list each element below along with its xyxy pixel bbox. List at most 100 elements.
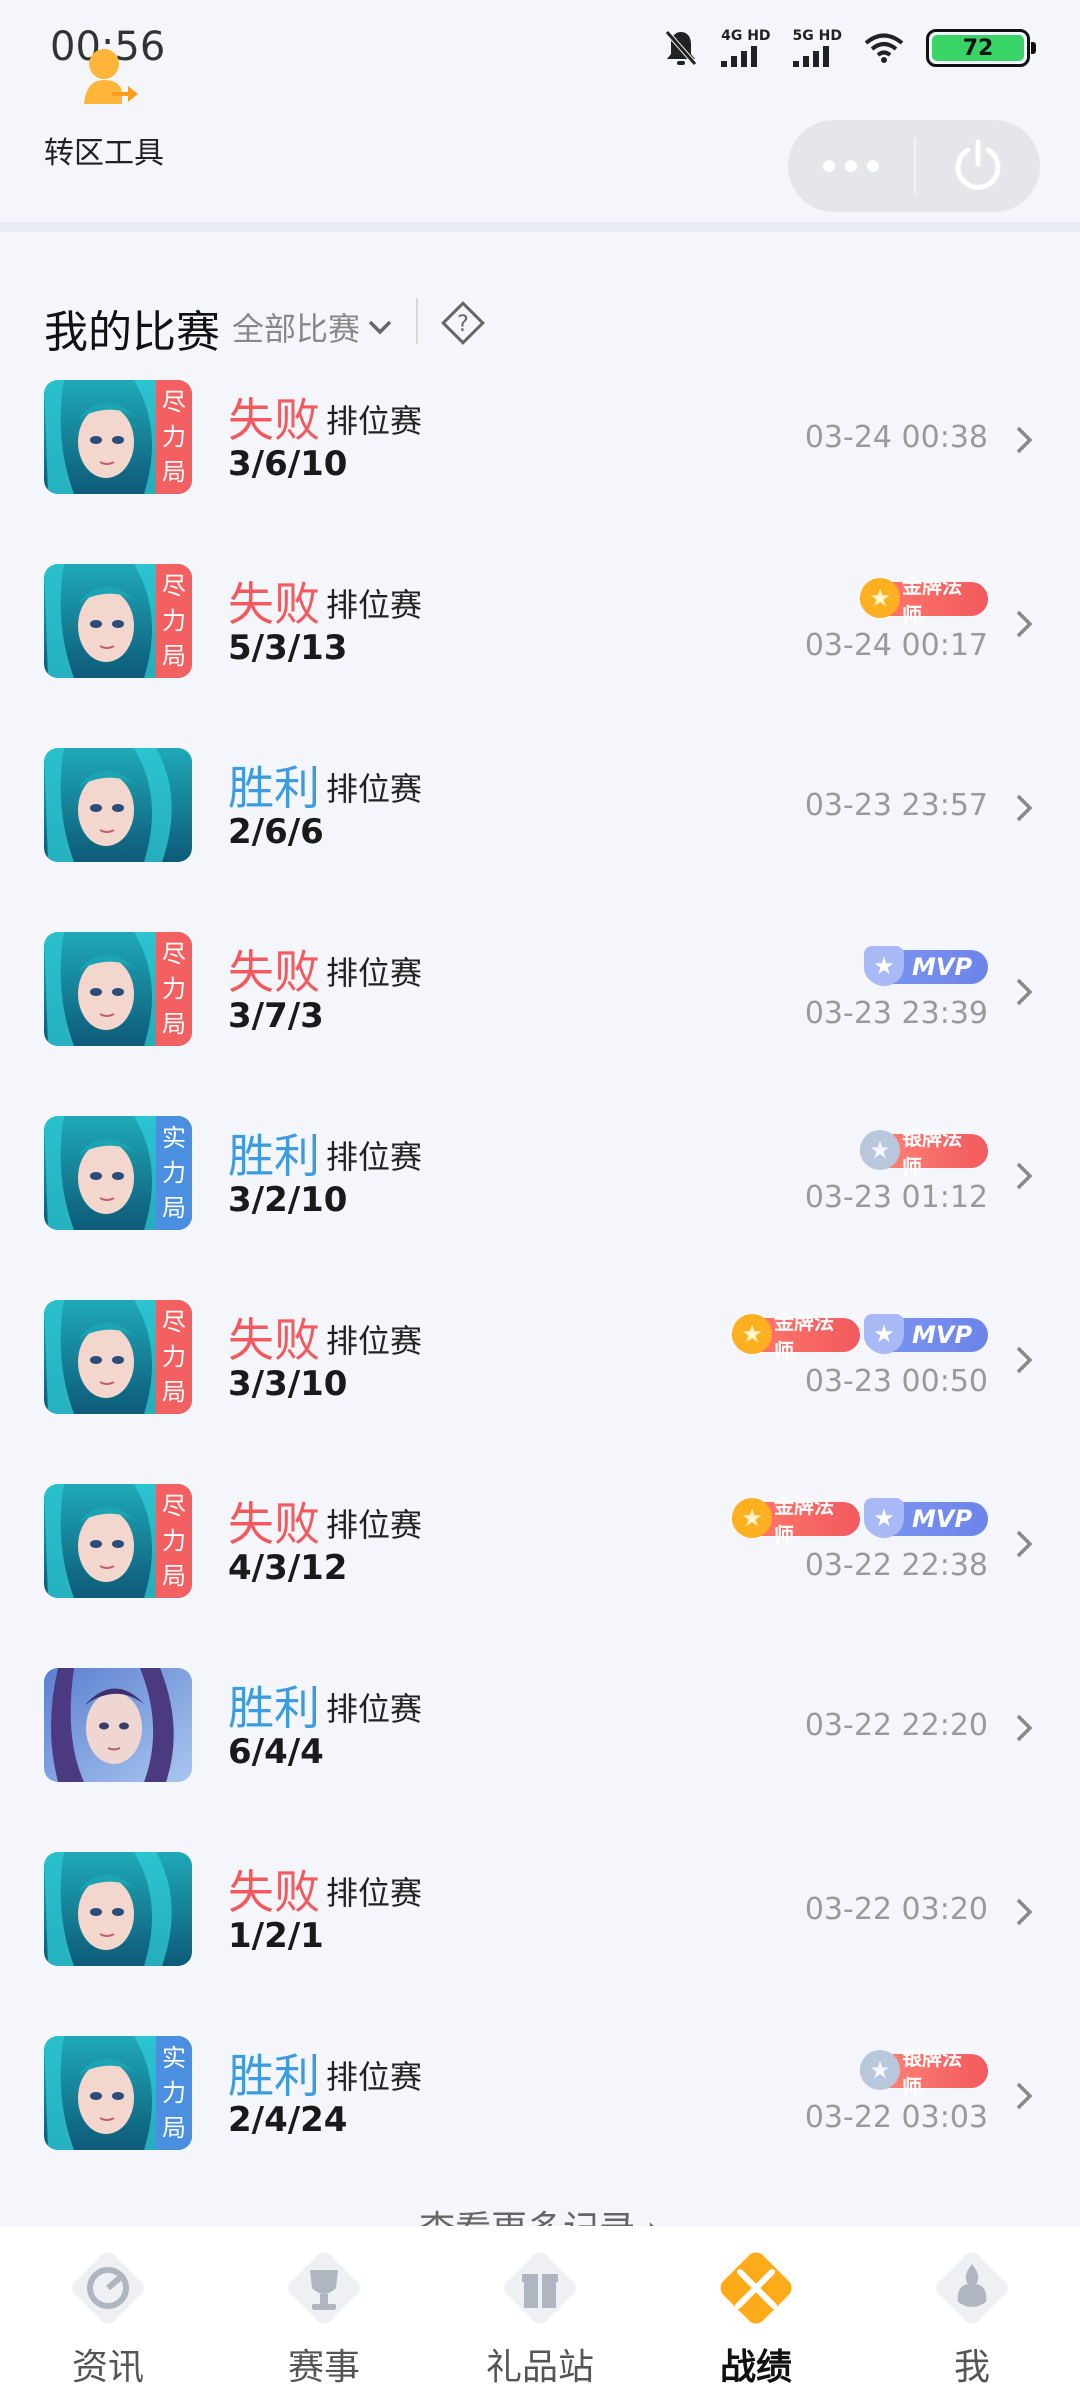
match-kda: 4/3/12 xyxy=(228,1548,348,1588)
match-filter-dropdown[interactable]: 全部比赛 xyxy=(232,304,394,350)
mvp-badge-icon: ★ xyxy=(864,1498,904,1538)
nav-label: 战绩 xyxy=(719,2347,792,2388)
hero-avatar xyxy=(44,1668,192,1782)
mvp-badge: ★ MVP xyxy=(864,1498,988,1538)
match-mode: 排位赛 xyxy=(326,1138,423,1176)
tag-char: 尽 xyxy=(162,1491,186,1520)
zone-transfer-icon xyxy=(84,49,138,104)
match-row[interactable]: 实力局 胜利 排位赛 2/4/24 ★ 银牌法师 03-22 03:03 xyxy=(0,2020,1080,2204)
honor-badges: ★ 银牌法师 xyxy=(860,1126,988,1179)
match-time: 03-23 23:57 xyxy=(804,788,988,823)
mvp-badge-icon: ★ xyxy=(864,946,904,986)
hero-avatar: 尽力局 xyxy=(44,380,192,494)
match-row[interactable]: 尽力局 失败 排位赛 3/7/3 ★ MVP 03-23 23:39 xyxy=(0,916,1080,1100)
match-row[interactable]: 尽力局 失败 排位赛 3/6/10 03-24 00:38 xyxy=(0,364,1080,548)
nav-label: 礼品站 xyxy=(485,2347,594,2388)
tag-char: 局 xyxy=(162,1193,186,1222)
chevron-right-icon xyxy=(1016,1898,1033,1926)
nav-item-battle-record[interactable]: 战绩 xyxy=(648,2226,864,2400)
chevron-down-icon xyxy=(368,320,392,335)
more-options-button[interactable] xyxy=(788,120,914,212)
match-result: 失败 xyxy=(228,1497,320,1551)
tag-char: 局 xyxy=(162,641,186,670)
match-kda: 3/2/10 xyxy=(228,1180,348,1220)
header-separator xyxy=(416,298,418,344)
news-icon xyxy=(66,2246,150,2330)
match-time: 03-23 00:50 xyxy=(804,1364,988,1399)
gift-icon xyxy=(498,2246,582,2330)
gold-badge: ★ 金牌法师 xyxy=(860,574,988,627)
signal-5g-icon: 5G HD xyxy=(792,29,842,67)
honor-badges: ★ 金牌法师 ★ MVP xyxy=(732,1494,988,1547)
nav-item-gift[interactable]: 礼品站 xyxy=(432,2226,648,2400)
tag-char: 实 xyxy=(162,2043,186,2072)
gold-badge-label: 金牌法师 xyxy=(774,1494,834,1547)
match-result: 失败 xyxy=(228,393,320,447)
signal-4g-icon: 4G HD xyxy=(721,29,771,67)
silver-badge: ★ 银牌法师 xyxy=(860,2046,988,2099)
match-quality-tag: 实力局 xyxy=(156,1116,192,1230)
battery-icon: 72 xyxy=(926,29,1036,67)
battle-record-icon xyxy=(714,2246,798,2330)
match-row[interactable]: 胜利 排位赛 2/6/6 03-23 23:57 xyxy=(0,732,1080,916)
match-row[interactable]: 尽力局 失败 排位赛 3/3/10 ★ 金牌法师 ★ MVP 03-23 00:… xyxy=(0,1284,1080,1468)
match-result: 失败 xyxy=(228,1313,320,1367)
hero-avatar: 尽力局 xyxy=(44,1300,192,1414)
match-quality-tag: 尽力局 xyxy=(156,1300,192,1414)
honor-badges: ★ 金牌法师 xyxy=(860,574,988,627)
battery-level: 72 xyxy=(932,35,1024,61)
tag-char: 力 xyxy=(162,1526,186,1555)
match-row[interactable]: 尽力局 失败 排位赛 5/3/13 ★ 金牌法师 03-24 00:17 xyxy=(0,548,1080,732)
gold-badge-icon: ★ xyxy=(860,578,900,618)
match-kda: 3/6/10 xyxy=(228,444,348,484)
status-icons: 4G HD 5G HD 72 xyxy=(663,28,1036,68)
match-mode: 排位赛 xyxy=(326,2058,423,2096)
nav-item-trophy[interactable]: 赛事 xyxy=(216,2226,432,2400)
mute-bell-icon xyxy=(665,30,697,66)
nav-label: 赛事 xyxy=(287,2347,360,2388)
match-result: 胜利 xyxy=(228,1681,320,1735)
honor-badges: ★ 金牌法师 ★ MVP xyxy=(732,1310,988,1363)
match-result: 胜利 xyxy=(228,2049,320,2103)
close-miniapp-button[interactable] xyxy=(916,120,1040,212)
match-kda: 3/7/3 xyxy=(228,996,324,1036)
match-row[interactable]: 失败 排位赛 1/2/1 03-22 03:20 xyxy=(0,1836,1080,2020)
miniapp-capsule xyxy=(788,120,1040,212)
tag-char: 尽 xyxy=(162,387,186,416)
tag-char: 尽 xyxy=(162,939,186,968)
match-row[interactable]: 尽力局 失败 排位赛 4/3/12 ★ 金牌法师 ★ MVP 03-22 22:… xyxy=(0,1468,1080,1652)
match-kda: 3/3/10 xyxy=(228,1364,348,1404)
match-row[interactable]: 实力局 胜利 排位赛 3/2/10 ★ 银牌法师 03-23 01:12 xyxy=(0,1100,1080,1284)
tag-char: 力 xyxy=(162,422,186,451)
chevron-right-icon xyxy=(1016,2082,1033,2110)
nav-label: 资讯 xyxy=(71,2347,144,2388)
honor-badges: ★ MVP xyxy=(864,946,988,986)
bottom-nav: 资讯 赛事 礼品站 战绩 我 xyxy=(0,2226,1080,2400)
match-result: 失败 xyxy=(228,945,320,999)
match-time: 03-23 01:12 xyxy=(804,1180,988,1215)
power-icon xyxy=(955,139,1001,190)
tag-char: 局 xyxy=(162,1009,186,1038)
mvp-badge-label: MVP xyxy=(912,1321,973,1349)
header-divider xyxy=(0,222,1080,232)
match-result: 失败 xyxy=(228,1865,320,1919)
chevron-right-icon xyxy=(1016,794,1033,822)
nav-item-news[interactable]: 资讯 xyxy=(0,2226,216,2400)
match-mode: 排位赛 xyxy=(326,586,423,624)
hero-avatar: 尽力局 xyxy=(44,564,192,678)
nav-label: 我 xyxy=(953,2347,990,2388)
mvp-badge: ★ MVP xyxy=(864,1314,988,1354)
section-title: 我的比赛 xyxy=(44,307,220,358)
honor-badges: ★ 银牌法师 xyxy=(860,2046,988,2099)
silver-badge-label: 银牌法师 xyxy=(902,2046,962,2099)
nav-item-profile[interactable]: 我 xyxy=(864,2226,1080,2400)
match-result: 失败 xyxy=(228,577,320,631)
match-result: 胜利 xyxy=(228,761,320,815)
match-mode: 排位赛 xyxy=(326,1690,423,1728)
help-icon[interactable]: ? xyxy=(440,300,486,346)
silver-badge-icon: ★ xyxy=(860,2050,900,2090)
match-quality-tag: 尽力局 xyxy=(156,1484,192,1598)
gold-badge-label: 金牌法师 xyxy=(902,574,962,627)
match-mode: 排位赛 xyxy=(326,1322,423,1360)
match-row[interactable]: 胜利 排位赛 6/4/4 03-22 22:20 xyxy=(0,1652,1080,1836)
